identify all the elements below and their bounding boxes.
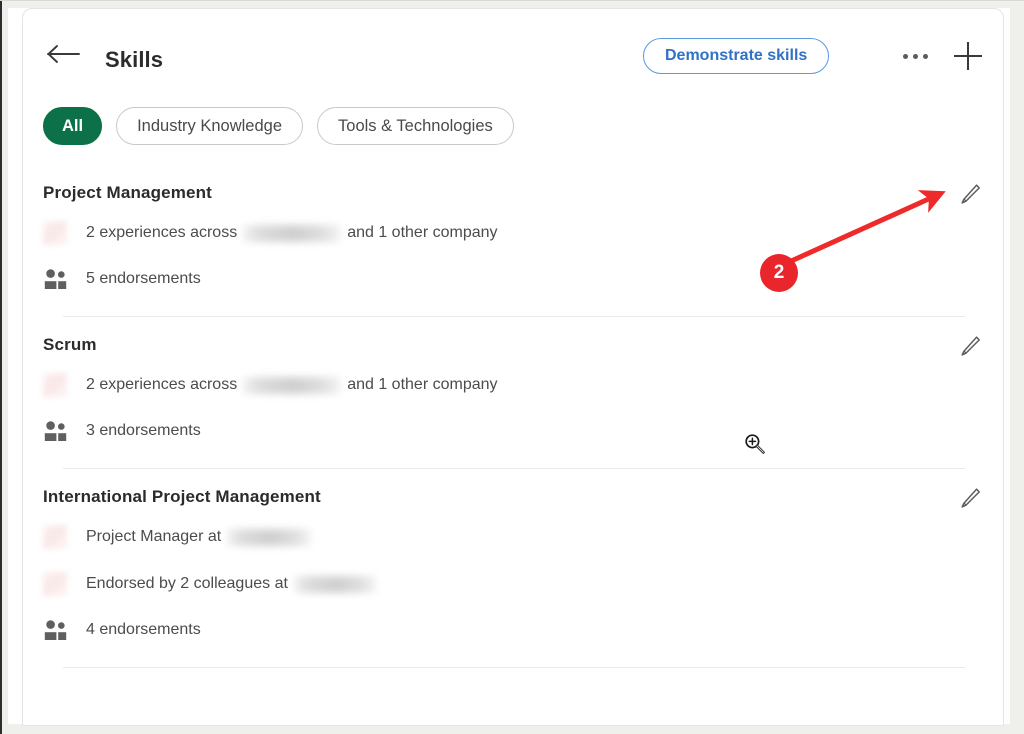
skill-detail-text: Endorsed by 2 colleagues at [86, 575, 376, 593]
skill-detail-row: Project Manager at [43, 520, 985, 554]
skill-item-project-management[interactable]: Project Management 2 experiences across … [23, 165, 1004, 317]
skill-detail-text: 2 experiences across and 1 other company [86, 224, 498, 242]
edit-pencil-icon[interactable] [955, 179, 985, 209]
skill-endorsement-row: 5 endorsements [43, 262, 985, 296]
skill-title: Project Management [43, 165, 985, 203]
filter-pill-tools-technologies[interactable]: Tools & Technologies [317, 107, 514, 145]
company-logo-redacted [43, 572, 67, 596]
skill-detail-before: 2 experiences across [86, 376, 237, 394]
filter-pill-industry-knowledge-label: Industry Knowledge [137, 117, 282, 136]
screenshot-root: Skills Demonstrate skills All Industry K… [0, 0, 1024, 734]
filter-pill-industry-knowledge[interactable]: Industry Knowledge [116, 107, 303, 145]
company-name-redacted [227, 529, 311, 546]
company-name-redacted [294, 576, 376, 593]
skill-detail-row: Endorsed by 2 colleagues at [43, 567, 985, 601]
skill-title: International Project Management [43, 469, 985, 507]
company-name-redacted [243, 377, 341, 394]
skill-detail-before: 2 experiences across [86, 224, 237, 242]
skill-detail-after: and 1 other company [347, 376, 497, 394]
skill-item-international-project-management[interactable]: International Project Management Project… [23, 469, 1004, 668]
demonstrate-skills-label: Demonstrate skills [665, 47, 807, 65]
page-title: Skills [105, 47, 163, 73]
endorsement-count: 5 endorsements [86, 270, 201, 288]
skill-detail-before: Endorsed by 2 colleagues at [86, 575, 288, 593]
edit-pencil-icon[interactable] [955, 331, 985, 361]
back-arrow-icon[interactable] [45, 43, 83, 65]
skill-endorsement-row: 3 endorsements [43, 414, 985, 448]
company-logo-redacted [43, 373, 67, 397]
skill-detail-row: 2 experiences across and 1 other company [43, 368, 985, 402]
skill-detail-before: Project Manager at [86, 528, 221, 546]
ellipsis-icon[interactable] [892, 43, 938, 69]
skill-item-scrum[interactable]: Scrum 2 experiences across and 1 other c… [23, 317, 1004, 469]
company-name-redacted [243, 225, 341, 242]
edit-pencil-icon[interactable] [955, 483, 985, 513]
card-header: Skills Demonstrate skills [23, 9, 1003, 91]
skills-card: Skills Demonstrate skills All Industry K… [22, 8, 1004, 726]
skill-divider [63, 667, 965, 668]
company-logo-redacted [43, 221, 67, 245]
window-border-top [0, 0, 1024, 1]
zoom-in-cursor-icon [744, 433, 766, 455]
endorsement-count: 4 endorsements [86, 621, 201, 639]
plus-icon[interactable] [952, 40, 984, 72]
window-frame-top [0, 0, 1024, 8]
company-logo-redacted [43, 525, 67, 549]
skill-filter-bar: All Industry Knowledge Tools & Technolog… [43, 107, 514, 145]
filter-pill-tools-technologies-label: Tools & Technologies [338, 117, 493, 136]
demonstrate-skills-button[interactable]: Demonstrate skills [643, 38, 829, 74]
people-icon [43, 268, 69, 290]
window-frame-right [1010, 0, 1024, 734]
skill-endorsement-row: 4 endorsements [43, 613, 985, 647]
skill-detail-text: 2 experiences across and 1 other company [86, 376, 498, 394]
window-border-left [0, 0, 2, 734]
filter-pill-all-label: All [62, 117, 83, 136]
skill-detail-after: and 1 other company [347, 224, 497, 242]
filter-pill-all[interactable]: All [43, 107, 102, 145]
skill-detail-row: 2 experiences across and 1 other company [43, 216, 985, 250]
annotation-step-badge: 2 [760, 254, 798, 292]
people-icon [43, 619, 69, 641]
endorsement-count: 3 endorsements [86, 422, 201, 440]
annotation-step-number: 2 [774, 262, 785, 284]
skill-detail-text: Project Manager at [86, 528, 311, 546]
people-icon [43, 420, 69, 442]
skill-title: Scrum [43, 317, 985, 355]
skills-list: Project Management 2 experiences across … [23, 165, 1004, 668]
